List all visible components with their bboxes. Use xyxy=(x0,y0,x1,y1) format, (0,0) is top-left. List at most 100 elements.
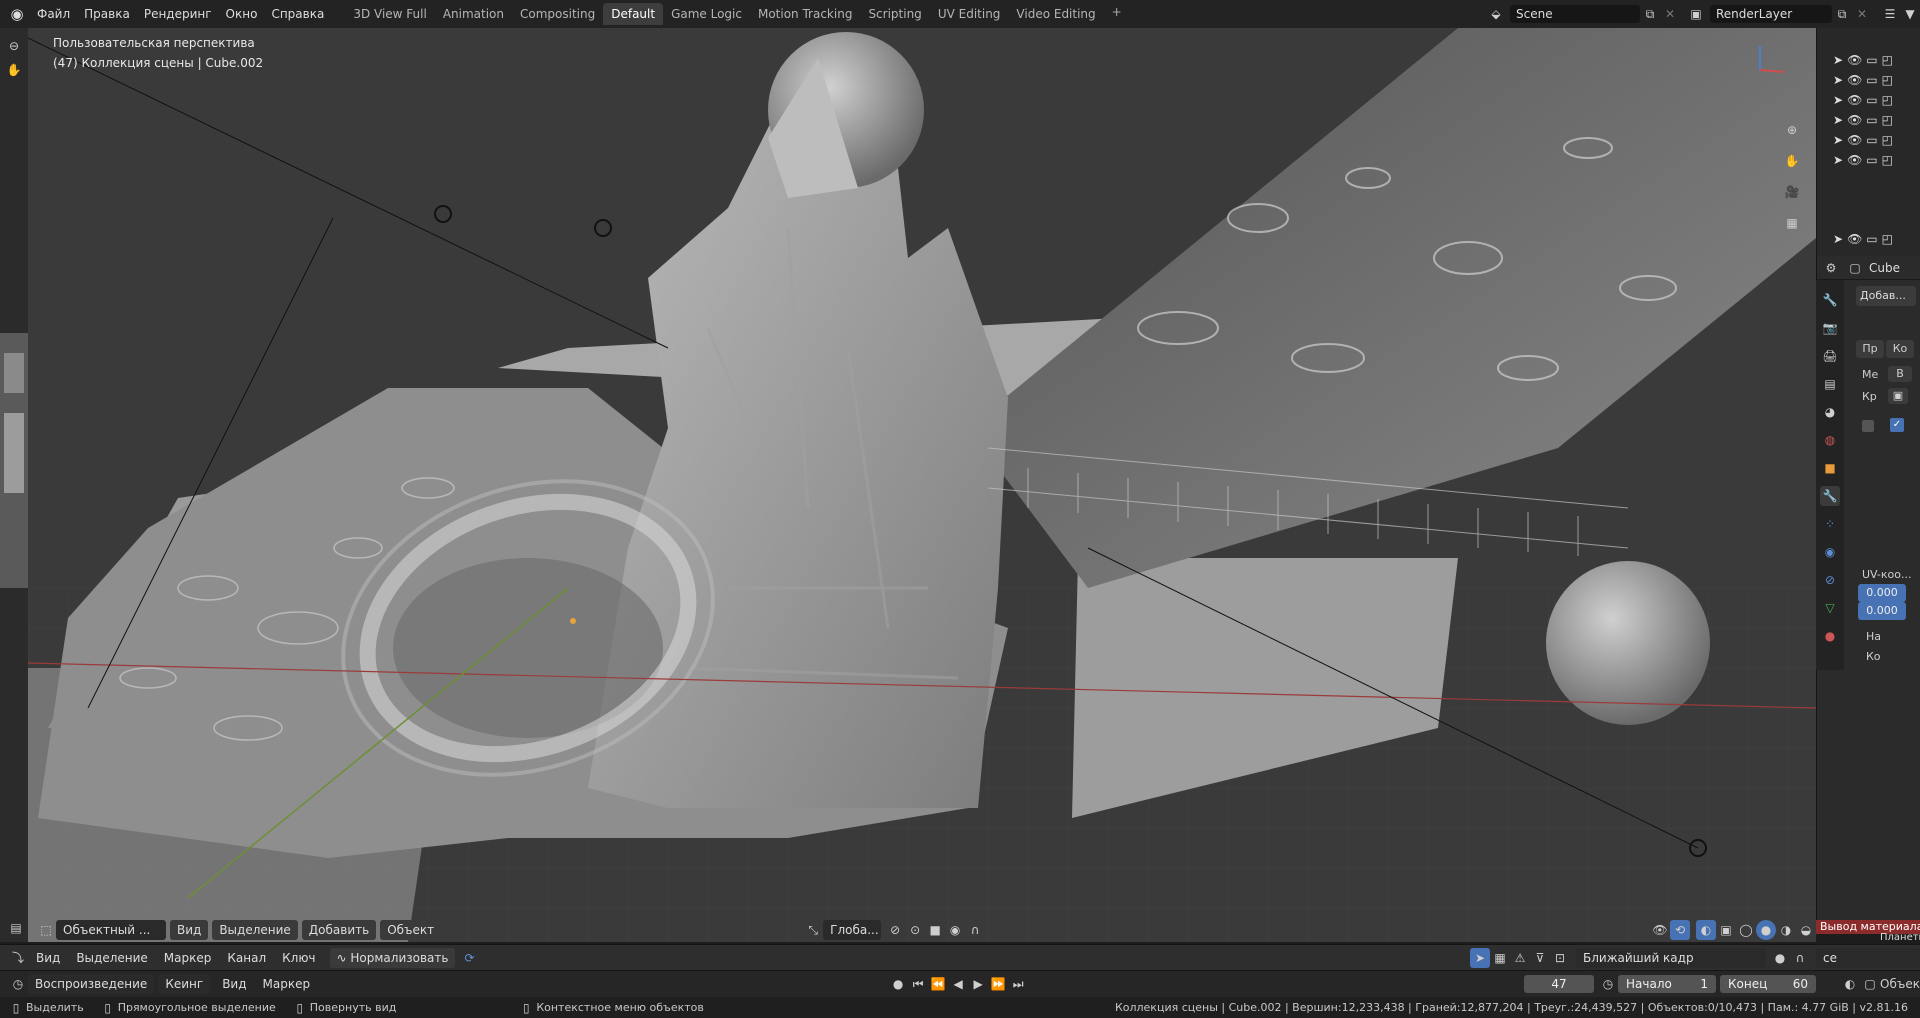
render-icon[interactable]: ◰ xyxy=(1882,53,1893,67)
timeline-menu-marker[interactable]: Маркер xyxy=(263,977,311,991)
viewport-icon[interactable]: ▭ xyxy=(1866,153,1877,167)
render-tab-icon[interactable]: 📷 xyxy=(1820,318,1840,338)
eye-icon[interactable]: 👁 xyxy=(1847,153,1862,167)
gizmo-toggle-icon[interactable]: ⟲ xyxy=(1670,920,1690,940)
current-frame-field[interactable]: 47 xyxy=(1524,975,1594,993)
new-render-layer-icon[interactable]: ⧉ xyxy=(1832,4,1852,24)
checkbox-2[interactable]: ✓ xyxy=(1890,418,1904,432)
solid-shading-icon[interactable]: ● xyxy=(1756,920,1776,940)
outliner-filter-icon[interactable]: ▼ xyxy=(1900,4,1920,24)
viewport-icon[interactable]: ▭ xyxy=(1866,133,1877,147)
object-mode-dropdown[interactable]: Объектный ... xyxy=(56,920,166,940)
material-tab-icon[interactable]: ● xyxy=(1820,626,1840,646)
render-layer-icon[interactable]: ▣ xyxy=(1686,4,1706,24)
snap-target-icon[interactable]: ■ xyxy=(925,920,945,940)
auto-snap-dropdown[interactable]: Ближайший кадр xyxy=(1576,947,1766,968)
tab-3d-view-full[interactable]: 3D View Full xyxy=(345,3,435,25)
render-icon[interactable]: ◰ xyxy=(1882,113,1893,127)
ortho-toggle-icon[interactable]: ▦ xyxy=(1778,209,1806,237)
render-shading-icon[interactable]: ◒ xyxy=(1796,920,1816,940)
proportional-edit-icon[interactable]: ◉ xyxy=(945,920,965,940)
zoom-tool-icon[interactable]: ⊖ xyxy=(4,36,24,56)
next-key-icon[interactable]: ⏩ xyxy=(988,974,1008,994)
graph-menu-key[interactable]: Ключ xyxy=(282,951,315,965)
timeline-editor-icon[interactable]: ◷ xyxy=(8,974,28,994)
tab-uv-editing[interactable]: UV Editing xyxy=(930,3,1009,25)
eye-icon[interactable]: 👁 xyxy=(1847,93,1862,107)
axis-gizmo[interactable] xyxy=(1752,40,1792,80)
snap-icon[interactable]: ◐ xyxy=(1840,974,1860,994)
timeline-menu-view[interactable]: Вид xyxy=(222,977,246,991)
menu-window[interactable]: Окно xyxy=(219,7,265,21)
viewport-icon[interactable]: ▭ xyxy=(1866,73,1877,87)
remove-scene-icon[interactable]: ✕ xyxy=(1660,4,1680,24)
remove-render-layer-icon[interactable]: ✕ xyxy=(1852,4,1872,24)
camera-view-icon[interactable]: 🎥 xyxy=(1778,178,1806,206)
viewport-icon[interactable]: ▭ xyxy=(1866,53,1877,67)
outliner-row[interactable]: ➤ 👁 ▭ ◰ xyxy=(1817,70,1920,90)
outliner-row[interactable]: ➤ 👁 ▭ ◰ xyxy=(1817,150,1920,170)
b-dropdown[interactable]: В xyxy=(1888,366,1912,382)
outliner-display-icon[interactable]: ☰ xyxy=(1880,4,1900,24)
jump-end-icon[interactable]: ⏭ xyxy=(1008,974,1028,994)
jump-start-icon[interactable]: ⏮ xyxy=(908,974,928,994)
select-arrow-icon[interactable]: ➤ xyxy=(1833,232,1843,246)
normalize-toggle[interactable]: ∿ Нормализовать xyxy=(329,947,456,968)
outliner-row[interactable]: ➤ 👁 ▭ ◰ xyxy=(1817,130,1920,150)
select-arrow-icon[interactable]: ➤ xyxy=(1833,133,1843,147)
menu-help[interactable]: Справка xyxy=(264,7,331,21)
hand-tool-icon[interactable]: ✋ xyxy=(4,60,24,80)
scene-tab-icon[interactable]: ◕ xyxy=(1820,402,1840,422)
viewport-icon[interactable]: ▭ xyxy=(1866,113,1877,127)
data-tab-icon[interactable]: ▽ xyxy=(1820,598,1840,618)
checkbox-1[interactable] xyxy=(1862,420,1874,432)
play-reverse-icon[interactable]: ◀ xyxy=(948,974,968,994)
eye-icon[interactable]: 👁 xyxy=(1847,232,1862,246)
start-frame-field[interactable]: Начало 1 xyxy=(1618,975,1716,993)
eyedropper-icon[interactable]: ▣ xyxy=(1888,388,1908,404)
select-arrow-icon[interactable]: ➤ xyxy=(1833,53,1843,67)
render-icon[interactable]: ◰ xyxy=(1882,232,1893,246)
outliner-row[interactable]: ➤ 👁 ▭ ◰ xyxy=(1817,90,1920,110)
select-arrow-icon[interactable]: ➤ xyxy=(1833,153,1843,167)
eye-icon[interactable]: 👁 xyxy=(1847,113,1862,127)
menu-add[interactable]: Добавить xyxy=(301,920,377,940)
viewport-icon[interactable]: ▭ xyxy=(1866,232,1877,246)
properties-editor-icon[interactable]: ⚙ xyxy=(1821,258,1841,278)
blender-logo-icon[interactable]: ◉ xyxy=(4,1,30,27)
render-icon[interactable]: ◰ xyxy=(1882,73,1893,87)
pivot-icon[interactable]: ⊘ xyxy=(885,920,905,940)
render-layer-field[interactable]: RenderLayer xyxy=(1710,5,1832,23)
tab-default[interactable]: Default xyxy=(603,3,664,25)
editor-type-icon[interactable]: ⬚ xyxy=(36,920,56,940)
object-icon[interactable]: ▢ xyxy=(1860,974,1880,994)
only-selected-icon[interactable]: ➤ xyxy=(1470,947,1490,968)
copy-button[interactable]: Ко xyxy=(1886,340,1914,358)
menu-edit[interactable]: Правка xyxy=(77,7,137,21)
output-tab-icon[interactable]: 🖨 xyxy=(1820,346,1840,366)
select-arrow-icon[interactable]: ➤ xyxy=(1833,93,1843,107)
graph-menu-select[interactable]: Выделение xyxy=(76,951,147,965)
new-scene-icon[interactable]: ⧉ xyxy=(1640,4,1660,24)
tab-compositing[interactable]: Compositing xyxy=(512,3,603,25)
graph-editor-type-icon[interactable]: ⤵ xyxy=(8,948,28,968)
show-hidden-icon[interactable]: ▦ xyxy=(1490,948,1510,968)
xray-icon[interactable]: ▣ xyxy=(1716,920,1736,940)
render-icon[interactable]: ◰ xyxy=(1882,133,1893,147)
add-workspace-button[interactable]: + xyxy=(1104,3,1130,25)
view-layer-tab-icon[interactable]: ▤ xyxy=(1820,374,1840,394)
outliner-row[interactable]: ➤ 👁 ▭ ◰ xyxy=(1817,110,1920,130)
uv-y-field[interactable]: 0.000 xyxy=(1858,602,1906,620)
add-modifier-dropdown[interactable]: Добав... xyxy=(1856,286,1916,306)
outliner-row[interactable]: ➤ 👁 ▭ ◰ xyxy=(1817,50,1920,70)
stopwatch-icon[interactable]: ◷ xyxy=(1598,974,1618,994)
3d-viewport[interactable] xyxy=(28,28,1816,942)
render-icon[interactable]: ◰ xyxy=(1882,93,1893,107)
eye-icon[interactable]: 👁 xyxy=(1847,73,1862,87)
tab-motion-tracking[interactable]: Motion Tracking xyxy=(750,3,860,25)
transform-orientation-dropdown[interactable]: Глоба... xyxy=(823,920,882,940)
auto-normalize-icon[interactable]: ⟳ xyxy=(459,948,479,968)
editor-type-icon[interactable]: ▤ xyxy=(6,918,26,938)
modifier-tab-icon[interactable]: 🔧 xyxy=(1820,486,1840,506)
play-icon[interactable]: ▶ xyxy=(968,974,988,994)
